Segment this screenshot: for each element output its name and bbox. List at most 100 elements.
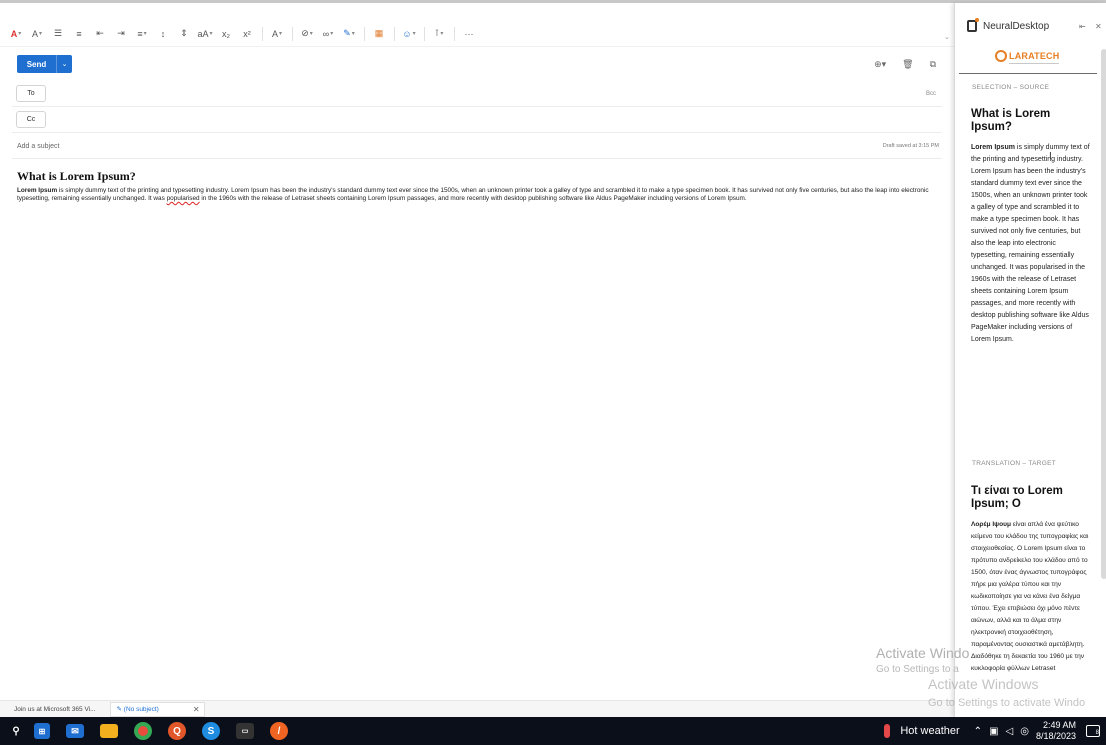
toolbar-divider (424, 26, 425, 41)
cc-button[interactable]: Cc (16, 111, 46, 128)
toolbar-divider (262, 26, 263, 41)
weather-widget[interactable]: Hot weather (884, 724, 960, 738)
terminal-icon[interactable]: ▭ (236, 723, 254, 739)
skype-icon[interactable]: S (202, 722, 220, 740)
panel-header: NeuralDesktop (967, 18, 1050, 32)
highlight-icon[interactable]: A ▾ (27, 24, 47, 44)
target-title: Τι είναι το Lorem Ipsum; Ο (971, 485, 1063, 510)
compose-pane: A ▾ A ▾ ☰ ≡ ⇤ ⇥ ≡ ▾ ↕ ⇕ aA ▾ x₂ x² A ▾ ⊘ ▾ ∞ ▾ … (0, 3, 954, 700)
send-options-button[interactable]: ⌄ (56, 55, 72, 73)
speaker-icon[interactable]: ◁ (1006, 726, 1014, 737)
activation-watermark-overlay-sub: Go to Settings to activate Windo (928, 697, 1086, 709)
start-icon[interactable]: ⊞ (34, 723, 50, 739)
neuraldesktop-icon (967, 18, 979, 32)
table-icon[interactable]: ▦ (369, 24, 389, 44)
panel-title: NeuralDesktop (983, 20, 1050, 32)
font-size-icon[interactable]: aA ▾ (195, 24, 215, 44)
discard-icon[interactable]: 🗑 (902, 59, 913, 70)
chevron-up-icon[interactable]: ⌃ (974, 726, 982, 737)
draft-tab-no-subject[interactable]: ✎ (No subject) ✕ (109, 701, 205, 717)
notification-count: 8 (1095, 730, 1099, 736)
message-heading: What is Lorem Ipsum? (17, 169, 136, 183)
draft-tabs-bar: Join us at Microsoft 365 Vi... ✎ (No sub… (0, 700, 954, 717)
clock-date: 8/18/2023 (1035, 731, 1076, 741)
panel-scrollbar[interactable] (1101, 49, 1106, 579)
formatting-toolbar: A ▾ A ▾ ☰ ≡ ⇤ ⇥ ≡ ▾ ↕ ⇕ aA ▾ x₂ x² A ▾ ⊘ ▾ ∞ ▾ … (0, 21, 954, 47)
target-bold-lead: Λορέμ Ιψουμ (971, 521, 1012, 528)
send-group: Send ⌄ (17, 55, 72, 73)
draw-icon[interactable]: ✎ ▾ (339, 24, 359, 44)
clock-time: 2:49 AM (1042, 720, 1076, 730)
target-body: είναι απλά ένα ψεύτικο κείμενο του κλάδο… (971, 521, 1089, 672)
cc-row: Cc (12, 107, 942, 133)
more-icon[interactable]: ··· (459, 24, 479, 44)
recorder-icon[interactable]: / (270, 722, 288, 740)
increase-indent-icon[interactable]: ⇥ (111, 24, 131, 44)
activation-watermark-overlay: Activate Windows (928, 676, 1039, 692)
line-spacing-icon[interactable]: ↕ (153, 24, 173, 44)
emoji-icon[interactable]: ☺ ▾ (399, 24, 419, 44)
send-button[interactable]: Send (17, 55, 56, 73)
source-section-label: SELECTION – SOURCE (972, 84, 1050, 91)
weather-label: Hot weather (900, 725, 960, 737)
target-text: Λορέμ Ιψουμ είναι απλά ένα ψεύτικο κείμε… (971, 519, 1091, 675)
to-button[interactable]: To (16, 85, 46, 102)
toolbar-divider (364, 26, 365, 41)
popout-icon[interactable]: ⧉ (930, 59, 936, 70)
bcc-link[interactable]: Bcc (926, 91, 936, 97)
toolbar-divider (454, 26, 455, 41)
close-icon[interactable]: ✕ (193, 705, 200, 714)
compose-actions: ⊕▾ 🗑 ⧉ (874, 59, 936, 70)
draft-saved-status: Draft saved at 3:15 PM (882, 143, 939, 149)
activation-watermark-sub: Go to Settings to a (876, 664, 959, 675)
misspelled-word[interactable]: popularised (167, 195, 200, 202)
file-explorer-icon[interactable] (100, 724, 118, 738)
search-icon[interactable]: ⚲ (6, 721, 26, 741)
attach-icon[interactable]: ⊺ ▾ (429, 24, 449, 44)
toolbar-chevron-icon[interactable]: ⌄ (944, 33, 952, 45)
draft-tab-label: ✎ (No subject) (116, 706, 159, 713)
laratech-logo: LARATECH (995, 50, 1059, 62)
chrome-icon[interactable] (134, 722, 152, 740)
paragraph-spacing-icon[interactable]: ⇕ (174, 24, 194, 44)
qr-app-icon[interactable]: Q (168, 722, 186, 740)
source-text: Lorem Ipsum is simply dummy text of the … (971, 142, 1091, 346)
zoom-icon[interactable]: ⊕▾ (874, 59, 886, 70)
superscript-icon[interactable]: x² (237, 24, 257, 44)
wifi-icon[interactable]: ◎ (1020, 726, 1029, 737)
draft-tab-teams-event[interactable]: Join us at Microsoft 365 Vi... (8, 702, 102, 717)
link-icon[interactable]: ⊘ ▾ (297, 24, 317, 44)
panel-divider (959, 73, 1097, 74)
logo-tagline (1009, 63, 1059, 64)
bullets-icon[interactable]: ☰ (48, 24, 68, 44)
taskbar: ⚲ ⊞ ✉ Q S ▭ / Hot weather ⌃ ▣ ◁ ◎ 2:49 A… (0, 717, 1106, 745)
source-body: is simply dummy text of the printing and… (971, 144, 1090, 343)
logo-mark-icon (995, 50, 1007, 62)
styles-icon[interactable]: A ▾ (267, 24, 287, 44)
neuraldesktop-panel: NeuralDesktop ⇤ ✕ LARATECH SELECTION – S… (954, 3, 1106, 717)
message-text-part2: in the 1960s with the release of Letrase… (199, 195, 747, 202)
font-color-icon[interactable]: A ▾ (6, 24, 26, 44)
target-section-label: TRANSLATION – TARGET (972, 460, 1057, 467)
source-bold-lead: Lorem Ipsum (971, 144, 1015, 151)
decrease-indent-icon[interactable]: ⇤ (90, 24, 110, 44)
mail-icon[interactable]: ✉ (66, 724, 84, 738)
pin-icon[interactable]: ⇤ (1079, 22, 1086, 31)
logo-text: LARATECH (1009, 51, 1060, 61)
numbering-icon[interactable]: ≡ (69, 24, 89, 44)
subject-row[interactable]: Add a subject Draft saved at 3:15 PM (12, 139, 942, 159)
message-body[interactable]: Lorem Ipsum is simply dummy text of the … (17, 187, 942, 203)
clock[interactable]: 2:49 AM 8/18/2023 (1036, 720, 1076, 742)
message-bold-lead: Lorem Ipsum (17, 187, 58, 194)
source-title: What is Lorem Ipsum? (971, 108, 1051, 133)
text-cursor-icon: I (1049, 151, 1052, 162)
notifications-icon[interactable]: 8 (1086, 725, 1100, 737)
subject-input[interactable]: Add a subject (17, 143, 59, 150)
infinity-icon[interactable]: ∞ ▾ (318, 24, 338, 44)
toolbar-divider (292, 26, 293, 41)
network-icon[interactable]: ▣ (989, 726, 998, 737)
subscript-icon[interactable]: x₂ (216, 24, 236, 44)
close-icon[interactable]: ✕ (1095, 22, 1102, 31)
activation-watermark: Activate Windo (876, 645, 970, 661)
align-icon[interactable]: ≡ ▾ (132, 24, 152, 44)
